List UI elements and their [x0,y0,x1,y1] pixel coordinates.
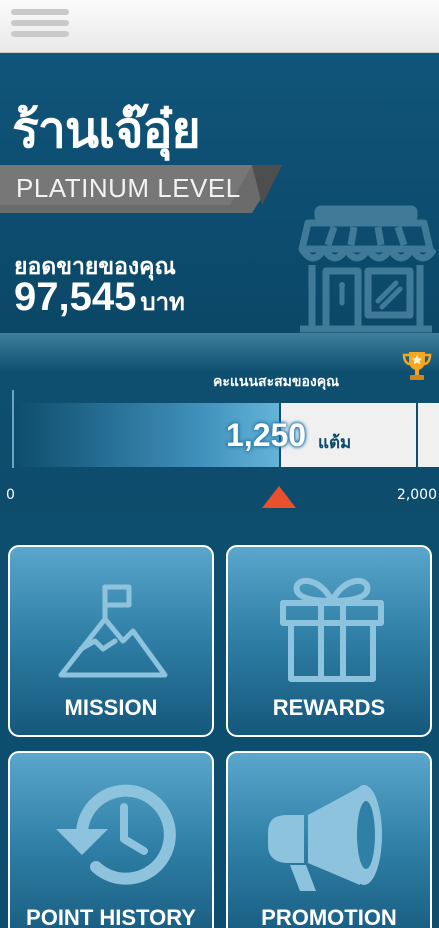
points-value: 1,250 [226,417,307,453]
shop-name: ร้านเจ๊อุ๋ย [12,101,201,159]
points-progress-end [416,403,418,467]
store-icon [298,205,436,333]
shop-header: ร้านเจ๊อุ๋ย PLATINUM LEVEL ยอดขายของคุณ … [0,53,439,333]
top-bar [0,0,439,53]
points-unit: แต้ม [318,433,352,453]
point-history-button[interactable]: POINT HISTORY [8,751,214,928]
history-clock-icon [56,784,176,885]
rewards-label: REWARDS [272,695,386,720]
hamburger-menu-icon[interactable] [11,9,69,41]
points-label: คะแนนสะสมของคุณ [213,374,340,390]
rewards-button[interactable]: REWARDS [226,545,432,737]
sales-unit: บาท [140,289,185,316]
trophy-icon [402,352,432,380]
promotion-button[interactable]: PROMOTION [226,751,432,928]
level-text: PLATINUM LEVEL [16,173,241,203]
gift-icon [280,577,384,682]
sales-amount: 97,545 [14,275,137,319]
megaphone-icon [268,785,382,891]
points-max-label: 2,000 [396,487,437,503]
mission-button[interactable]: MISSION [8,545,214,737]
points-marker-icon [262,486,296,508]
points-panel: คะแนนสะสมของคุณ 1,250 แต้ม 0 2,000 [0,333,439,513]
sales-value: 97,545 บาท [14,275,185,321]
point-history-label: POINT HISTORY [26,905,196,928]
points-min-label: 0 [6,487,15,503]
points-bar-start-line [12,390,14,468]
mountain-flag-icon [58,584,168,678]
mission-label: MISSION [64,695,158,720]
level-badge: PLATINUM LEVEL [0,165,282,213]
promotion-label: PROMOTION [261,905,397,928]
